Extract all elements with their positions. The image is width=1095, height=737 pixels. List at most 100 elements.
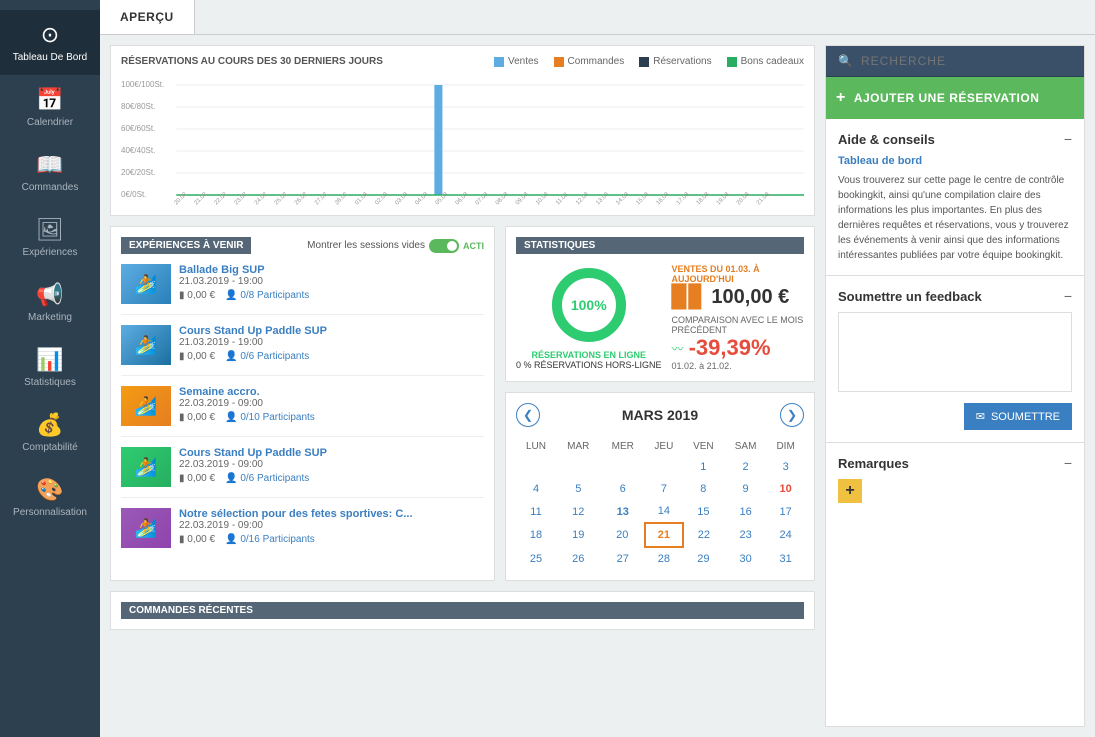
cal-cell-w1d6[interactable]: 10 xyxy=(767,478,804,500)
tab-header: APERÇU xyxy=(100,0,1095,35)
svg-text:07.03: 07.03 xyxy=(475,191,490,205)
search-input[interactable] xyxy=(861,54,1072,68)
exp-participants-2: 👤 0/10 Participants xyxy=(225,412,315,423)
tab-apercu[interactable]: APERÇU xyxy=(100,0,195,34)
sidebar-label-personnalisation: Personnalisation xyxy=(13,507,87,518)
cal-cell-w4d4[interactable]: 29 xyxy=(683,547,724,570)
add-remark-button[interactable]: + xyxy=(838,479,862,503)
svg-text:02.03: 02.03 xyxy=(374,191,389,205)
calendar-next[interactable]: ❯ xyxy=(780,403,804,427)
help-minimize[interactable]: − xyxy=(1064,131,1072,147)
cal-cell-w0d4[interactable]: 1 xyxy=(683,456,724,478)
experience-list: 🏄 Ballade Big SUP 21.03.2019 - 19:00 ▮ 0… xyxy=(121,264,484,558)
exp-title-3[interactable]: Cours Stand Up Paddle SUP xyxy=(179,447,484,459)
cal-cell-w1d3[interactable]: 7 xyxy=(645,478,683,500)
cal-cell-w2d1[interactable]: 12 xyxy=(556,500,600,523)
exp-title-4[interactable]: Notre sélection pour des fetes sportives… xyxy=(179,508,484,520)
svg-text:100€/100St.: 100€/100St. xyxy=(121,80,164,89)
feedback-minimize[interactable]: − xyxy=(1064,288,1072,304)
feedback-textarea[interactable] xyxy=(838,312,1072,392)
cal-cell-w0d6[interactable]: 3 xyxy=(767,456,804,478)
svg-text:20.03: 20.03 xyxy=(736,191,751,205)
plus-icon: + xyxy=(836,89,846,107)
exp-date-1: 21.03.2019 - 19:00 xyxy=(179,337,484,348)
comparison-range: 01.02. à 21.02. xyxy=(672,361,804,371)
cal-cell-w4d0[interactable]: 25 xyxy=(516,547,556,570)
exp-info-1: Cours Stand Up Paddle SUP 21.03.2019 - 1… xyxy=(179,325,484,362)
sidebar-item-experiences[interactable]: 🖼Expériences xyxy=(0,205,100,270)
exp-meta-0: ▮ 0,00 € 👤 0/8 Participants xyxy=(179,290,484,301)
exp-price-3: ▮ 0,00 € xyxy=(179,473,215,484)
cal-day-header-mar: MAR xyxy=(556,437,600,456)
exp-info-2: Semaine accro. 22.03.2019 - 09:00 ▮ 0,00… xyxy=(179,386,484,423)
help-text: Vous trouverez sur cette page le centre … xyxy=(838,173,1072,263)
cal-cell-w0d0 xyxy=(516,456,556,478)
cal-cell-w3d1[interactable]: 19 xyxy=(556,523,600,547)
sidebar-item-commandes[interactable]: 📖Commandes xyxy=(0,140,100,205)
cal-cell-w0d5[interactable]: 2 xyxy=(724,456,767,478)
stats-percent-row: 〰 -39,39% xyxy=(672,335,804,361)
reservations-label: RÉSERVATIONS EN LIGNE xyxy=(532,350,647,360)
remarks-minimize[interactable]: − xyxy=(1064,455,1072,471)
sidebar-item-statistiques[interactable]: 📊Statistiques xyxy=(0,335,100,400)
experience-item-2: 🏄 Semaine accro. 22.03.2019 - 09:00 ▮ 0,… xyxy=(121,386,484,437)
cal-cell-w2d2[interactable]: 13 xyxy=(601,500,645,523)
cal-cell-w4d5[interactable]: 30 xyxy=(724,547,767,570)
exp-info-4: Notre sélection pour des fetes sportives… xyxy=(179,508,484,545)
left-panel: RÉSERVATIONS AU COURS DES 30 DERNIERS JO… xyxy=(110,45,815,727)
experiences-section: EXPÉRIENCES À VENIR Montrer les sessions… xyxy=(110,226,495,581)
sidebar-item-tableau[interactable]: ⊙Tableau De Bord xyxy=(0,10,100,75)
cal-cell-w3d0[interactable]: 18 xyxy=(516,523,556,547)
cal-cell-w2d5[interactable]: 16 xyxy=(724,500,767,523)
cal-cell-w4d3[interactable]: 28 xyxy=(645,547,683,570)
experience-item-1: 🏄 Cours Stand Up Paddle SUP 21.03.2019 -… xyxy=(121,325,484,376)
cal-cell-w1d4[interactable]: 8 xyxy=(683,478,724,500)
toggle-switch[interactable] xyxy=(429,239,459,253)
help-title: Aide & conseils xyxy=(838,132,935,147)
exp-participants-0: 👤 0/8 Participants xyxy=(225,290,309,301)
cal-cell-w0d3 xyxy=(645,456,683,478)
cal-cell-w1d5[interactable]: 9 xyxy=(724,478,767,500)
cal-cell-w3d4[interactable]: 22 xyxy=(683,523,724,547)
legend-commandes: Commandes xyxy=(554,56,625,67)
svg-text:19.03: 19.03 xyxy=(716,191,731,205)
exp-date-4: 22.03.2019 - 09:00 xyxy=(179,520,484,531)
toggle-label: Montrer les sessions vides xyxy=(307,240,425,251)
cal-cell-w2d0[interactable]: 11 xyxy=(516,500,556,523)
svg-text:03.03: 03.03 xyxy=(394,191,409,205)
chart-container: 100€/100St. 80€/80St. 60€/60St. 40€/40St… xyxy=(121,75,804,205)
submit-button[interactable]: ✉ SOUMETTRE xyxy=(964,403,1072,430)
sidebar-item-comptabilite[interactable]: 💰Comptabilité xyxy=(0,400,100,465)
calendar-prev[interactable]: ❮ xyxy=(516,403,540,427)
sidebar-item-calendrier[interactable]: 📅Calendrier xyxy=(0,75,100,140)
sidebar-item-marketing[interactable]: 📢Marketing xyxy=(0,270,100,335)
cal-cell-w1d1[interactable]: 5 xyxy=(556,478,600,500)
cal-cell-w4d2[interactable]: 27 xyxy=(601,547,645,570)
cal-day-header-mer: MER xyxy=(601,437,645,456)
cal-cell-w1d0[interactable]: 4 xyxy=(516,478,556,500)
toggle-container: Montrer les sessions vides ACTI xyxy=(307,239,484,253)
cal-cell-w2d4[interactable]: 15 xyxy=(683,500,724,523)
cal-cell-w3d3[interactable]: 21 xyxy=(645,523,683,547)
right-panel: 🔍 + AJOUTER UNE RÉSERVATION Aide & conse… xyxy=(825,45,1085,727)
cal-cell-w3d5[interactable]: 23 xyxy=(724,523,767,547)
cal-cell-w2d6[interactable]: 17 xyxy=(767,500,804,523)
exp-placeholder-4: 🏄 xyxy=(121,508,171,548)
stats-title: STATISTIQUES xyxy=(516,237,804,254)
exp-title-0[interactable]: Ballade Big SUP xyxy=(179,264,484,276)
exp-title-1[interactable]: Cours Stand Up Paddle SUP xyxy=(179,325,484,337)
cal-cell-w4d1[interactable]: 26 xyxy=(556,547,600,570)
sidebar-label-marketing: Marketing xyxy=(28,312,72,323)
exp-title-2[interactable]: Semaine accro. xyxy=(179,386,484,398)
cal-cell-w0d2 xyxy=(601,456,645,478)
svg-text:10.03: 10.03 xyxy=(535,191,550,205)
cal-cell-w3d6[interactable]: 24 xyxy=(767,523,804,547)
add-reservation-button[interactable]: + AJOUTER UNE RÉSERVATION xyxy=(826,77,1084,119)
sidebar-item-personnalisation[interactable]: 🎨Personnalisation xyxy=(0,465,100,530)
add-button-label: AJOUTER UNE RÉSERVATION xyxy=(854,91,1040,105)
calendrier-icon: 📅 xyxy=(36,87,63,113)
cal-cell-w3d2[interactable]: 20 xyxy=(601,523,645,547)
cal-cell-w4d6[interactable]: 31 xyxy=(767,547,804,570)
cal-cell-w1d2[interactable]: 6 xyxy=(601,478,645,500)
cal-cell-w2d3[interactable]: 14 xyxy=(645,500,683,523)
